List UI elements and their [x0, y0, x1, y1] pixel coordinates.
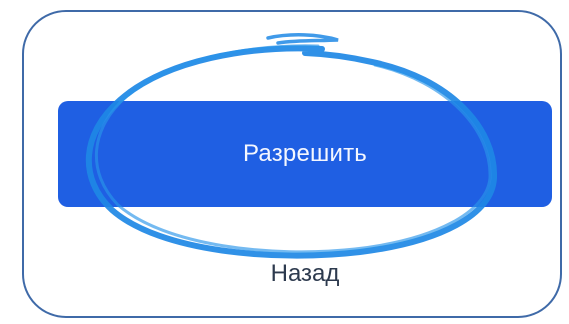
allow-button[interactable]: Разрешить [58, 101, 552, 207]
back-link-label: Назад [270, 260, 340, 287]
back-link[interactable]: Назад [230, 256, 380, 292]
allow-button-label: Разрешить [243, 140, 367, 167]
